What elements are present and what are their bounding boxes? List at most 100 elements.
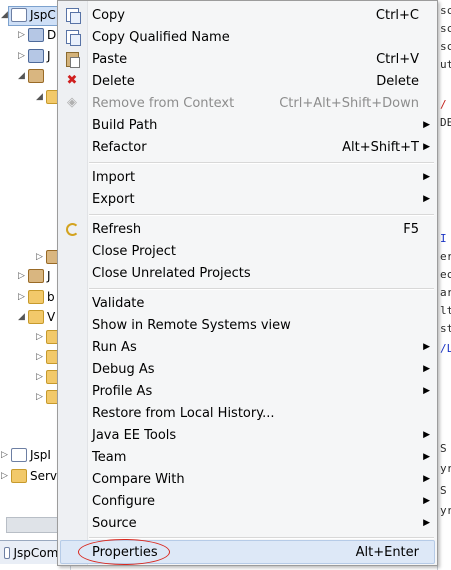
menu-item-label: Import (92, 169, 136, 185)
menu-item-copy-qualified-name[interactable]: Copy Qualified Name (60, 26, 435, 48)
submenu-arrow-icon: ▶ (423, 518, 430, 528)
library-icon (28, 49, 44, 63)
submenu-arrow-icon: ▶ (423, 364, 430, 374)
expand-icon[interactable]: ▷ (36, 353, 44, 362)
expand-icon[interactable]: ▷ (18, 293, 26, 302)
menu-item-shortcut: Ctrl+V (376, 51, 419, 67)
tree-item-label: JspI (30, 448, 51, 462)
copy-icon (64, 29, 81, 46)
menu-item-restore-from-local-history[interactable]: Restore from Local History... (60, 402, 435, 424)
submenu-arrow-icon: ▶ (423, 452, 430, 462)
expand-icon[interactable]: ▷ (1, 451, 9, 460)
expand-icon[interactable]: ▷ (18, 31, 26, 40)
remove-context-icon: ◈ (67, 95, 77, 110)
code-line: /L (440, 342, 451, 355)
code-line: ar (440, 286, 451, 299)
menu-item-refresh[interactable]: Refresh F5 (60, 218, 435, 240)
context-menu: Copy Ctrl+C Copy Qualified Name Paste Ct… (57, 0, 438, 566)
submenu-arrow-icon: ▶ (423, 342, 430, 352)
expand-icon[interactable]: ▷ (18, 272, 26, 281)
menu-item-label: Refactor (92, 139, 147, 155)
menu-item-remove-from-context: ◈ Remove from Context Ctrl+Alt+Shift+Dow… (60, 92, 435, 114)
tree-item[interactable]: ▷ D (18, 26, 56, 44)
menu-item-run-as[interactable]: Run As ▶ (60, 336, 435, 358)
menu-item-label: Build Path (92, 117, 158, 133)
menu-item-shortcut: Ctrl+C (375, 7, 419, 23)
menu-item-java-ee-tools[interactable]: Java EE Tools ▶ (60, 424, 435, 446)
collapse-icon[interactable]: ◢ (18, 72, 26, 81)
code-line: / (440, 98, 447, 111)
submenu-arrow-icon: ▶ (423, 142, 430, 152)
code-editor[interactable]: sc sc sc ut / DE I er ec ar lt st /L S y… (437, 0, 451, 570)
code-line: er (440, 250, 451, 263)
menu-item-shortcut: Ctrl+Alt+Shift+Down (279, 95, 419, 111)
code-line: ut (440, 58, 451, 71)
menu-item-validate[interactable]: Validate (60, 292, 435, 314)
tree-item[interactable]: ▷ J (18, 47, 51, 65)
code-line: DE (440, 116, 451, 129)
tree-item-project[interactable]: ▷ JspI (1, 446, 51, 464)
code-line: I (440, 232, 447, 245)
code-line: sc (440, 22, 451, 35)
menu-item-source[interactable]: Source ▶ (60, 512, 435, 534)
submenu-arrow-icon: ▶ (423, 194, 430, 204)
jar-icon (28, 69, 44, 83)
menu-item-build-path[interactable]: Build Path ▶ (60, 114, 435, 136)
menu-item-shortcut: Alt+Shift+T (342, 139, 419, 155)
code-line: sc (440, 4, 451, 17)
menu-item-delete[interactable]: ✖ Delete Delete (60, 70, 435, 92)
expand-icon[interactable]: ▷ (1, 472, 9, 481)
expand-icon[interactable]: ▷ (36, 373, 44, 382)
expand-icon[interactable]: ▷ (18, 52, 26, 61)
expand-icon[interactable]: ▷ (36, 253, 44, 262)
menu-item-compare-with[interactable]: Compare With ▶ (60, 468, 435, 490)
collapse-icon[interactable]: ◢ (18, 313, 26, 322)
menu-item-label: Run As (92, 339, 137, 355)
expand-icon[interactable]: ▷ (36, 393, 44, 402)
code-line: yr (440, 504, 451, 517)
menu-item-debug-as[interactable]: Debug As ▶ (60, 358, 435, 380)
code-line: S (440, 442, 447, 455)
tree-item-project[interactable]: ◢ JspC (1, 6, 56, 24)
menu-item-close-unrelated-projects[interactable]: Close Unrelated Projects (60, 262, 435, 284)
menu-item-import[interactable]: Import ▶ (60, 166, 435, 188)
menu-item-label: Source (92, 515, 137, 531)
menu-item-profile-as[interactable]: Profile As ▶ (60, 380, 435, 402)
horizontal-scrollbar[interactable] (6, 517, 62, 533)
submenu-arrow-icon: ▶ (423, 172, 430, 182)
menu-item-label: Profile As (92, 383, 153, 399)
tree-item[interactable]: ▷ J (18, 267, 51, 285)
tree-item-project[interactable]: ▷ Serv (1, 467, 57, 485)
expand-icon[interactable]: ▷ (36, 333, 44, 342)
jar-icon (28, 269, 44, 283)
submenu-arrow-icon: ▶ (423, 430, 430, 440)
submenu-arrow-icon: ▶ (423, 120, 430, 130)
menu-item-configure[interactable]: Configure ▶ (60, 490, 435, 512)
submenu-arrow-icon: ▶ (423, 386, 430, 396)
tree-item[interactable]: ◢ V (18, 308, 55, 326)
tree-item[interactable]: ◢ (18, 67, 47, 85)
menu-item-label: Debug As (92, 361, 155, 377)
collapse-icon[interactable]: ◢ (1, 11, 9, 20)
collapse-icon[interactable]: ◢ (36, 93, 44, 102)
menu-item-show-in-remote-systems-view[interactable]: Show in Remote Systems view (60, 314, 435, 336)
menu-item-team[interactable]: Team ▶ (60, 446, 435, 468)
menu-item-paste[interactable]: Paste Ctrl+V (60, 48, 435, 70)
code-line: lt (440, 304, 451, 317)
menu-item-label: Restore from Local History... (92, 405, 275, 421)
menu-item-label: Remove from Context (92, 95, 235, 111)
tree-item-label: Serv (30, 469, 58, 483)
menu-item-close-project[interactable]: Close Project (60, 240, 435, 262)
folder-icon (28, 290, 44, 304)
menu-item-copy[interactable]: Copy Ctrl+C (60, 4, 435, 26)
menu-separator (89, 214, 434, 216)
menu-item-label: Close Project (92, 243, 177, 259)
menu-item-refactor[interactable]: Refactor Alt+Shift+T ▶ (60, 136, 435, 158)
tree-item-label: b (47, 290, 55, 304)
menu-item-export[interactable]: Export ▶ (60, 188, 435, 210)
tree-item[interactable]: ▷ b (18, 288, 55, 306)
submenu-arrow-icon: ▶ (423, 474, 430, 484)
menu-item-label: Close Unrelated Projects (92, 265, 251, 281)
tree-item-label: J (47, 269, 51, 283)
folder-icon (28, 310, 44, 324)
